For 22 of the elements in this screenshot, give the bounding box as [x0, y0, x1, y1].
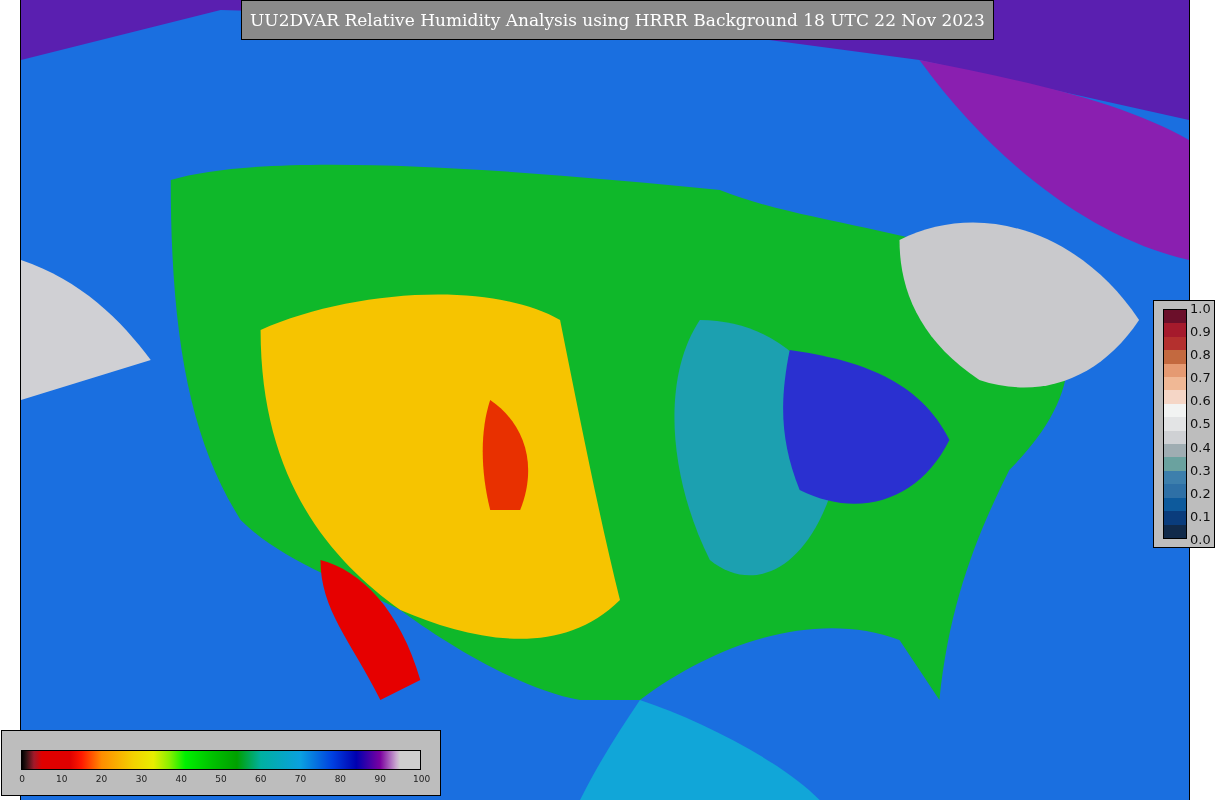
tick-label: 10	[55, 774, 69, 784]
tick-label: 40	[174, 774, 188, 784]
tick-label: 0.8	[1190, 347, 1211, 363]
chart-title: UU2DVAR Relative Humidity Analysis using HRRR Background 18 UTC 22 Nov 2023	[241, 0, 994, 40]
tick-label: 0.4	[1190, 439, 1211, 455]
tick-label: 30	[134, 774, 149, 784]
tick-label: 0.9	[1190, 324, 1211, 340]
tick-label: 20	[94, 774, 109, 784]
tick-label: 50	[214, 774, 228, 784]
tick-label: 60	[254, 774, 268, 784]
tick-label: 80	[333, 774, 348, 784]
tick-label: 1.0	[1190, 301, 1211, 316]
tick-label: 0.3	[1190, 462, 1211, 478]
tick-label: 0.2	[1190, 485, 1211, 501]
tick-label: 70	[293, 774, 308, 784]
tick-label: 0.5	[1190, 416, 1211, 432]
tick-label: 0.7	[1190, 370, 1211, 386]
tick-label: 0.6	[1190, 393, 1211, 409]
tick-label: 0	[18, 774, 26, 784]
tick-label: 0.0	[1190, 531, 1211, 547]
tick-label: 90	[373, 774, 387, 784]
tick-label: 0.1	[1190, 508, 1211, 524]
